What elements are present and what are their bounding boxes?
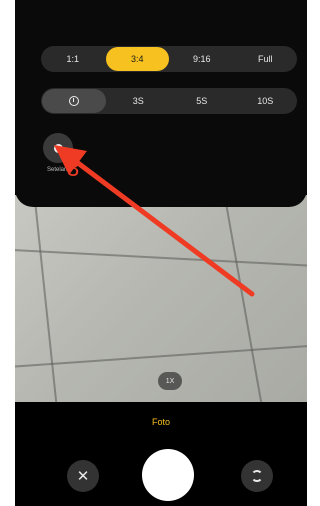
- switch-camera-button[interactable]: [241, 460, 273, 492]
- floor-tile-line: [222, 195, 266, 402]
- settings-label: Setelan: [47, 167, 68, 173]
- floor-tile-line: [15, 343, 307, 369]
- timer-option-3s[interactable]: 3S: [107, 88, 171, 114]
- timer-option-5s[interactable]: 5S: [170, 88, 234, 114]
- camera-viewfinder[interactable]: [15, 195, 307, 402]
- ratio-option-full[interactable]: Full: [234, 46, 298, 72]
- zoom-button[interactable]: 1X: [158, 372, 182, 390]
- timer-selector: 3S 5S 10S: [41, 88, 297, 114]
- ratio-option-3-4[interactable]: 3:4: [105, 47, 169, 71]
- ratio-option-9-16[interactable]: 9:16: [170, 46, 234, 72]
- annotation-number: 3: [67, 156, 80, 181]
- close-button[interactable]: ✕: [67, 460, 99, 492]
- timer-off-button[interactable]: [42, 89, 106, 113]
- gear-icon: [53, 143, 63, 153]
- switch-camera-icon: [251, 470, 263, 482]
- mode-label-photo[interactable]: Foto: [15, 417, 307, 427]
- ratio-option-1-1[interactable]: 1:1: [41, 46, 105, 72]
- timer-option-10s[interactable]: 10S: [234, 88, 298, 114]
- clock-icon: [68, 96, 79, 106]
- settings-panel: 1:1 3:4 9:16 Full 3S 5S 10S Setelan: [15, 0, 307, 207]
- camera-screen: 1:1 3:4 9:16 Full 3S 5S 10S Setelan 1X F…: [15, 0, 307, 506]
- bottom-controls: Foto ✕: [15, 402, 307, 506]
- aspect-ratio-selector: 1:1 3:4 9:16 Full: [41, 46, 297, 72]
- shutter-button[interactable]: [142, 449, 194, 501]
- floor-tile-line: [15, 248, 307, 268]
- close-icon: ✕: [76, 468, 90, 485]
- floor-tile-line: [32, 195, 60, 402]
